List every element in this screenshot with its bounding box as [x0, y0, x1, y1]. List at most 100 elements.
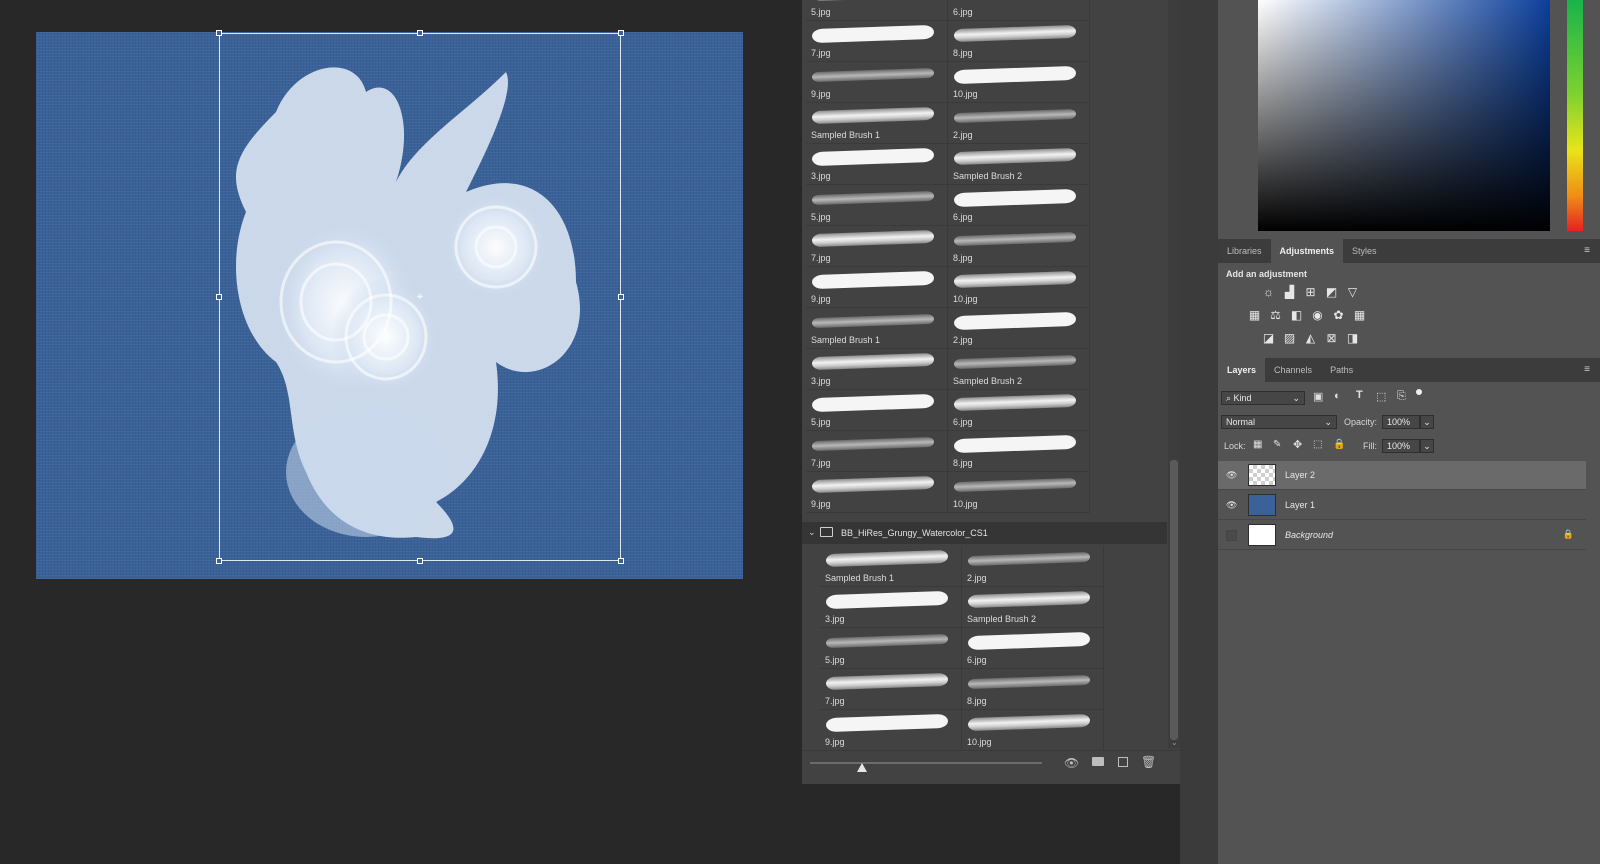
brush-preset[interactable]: Sampled Brush 2: [948, 349, 1090, 390]
transform-handle-top-left[interactable]: [216, 30, 222, 36]
hue-saturation-icon[interactable]: ▦: [1248, 309, 1261, 322]
lock-transparent-icon[interactable]: ▦: [1253, 439, 1262, 450]
panel-menu-icon[interactable]: ≡: [1584, 364, 1590, 375]
transform-handle-right[interactable]: [618, 294, 624, 300]
brush-preset[interactable]: Sampled Brush 1: [806, 308, 948, 349]
black-white-icon[interactable]: ◧: [1290, 309, 1303, 322]
exposure-icon[interactable]: ◩: [1325, 286, 1338, 299]
transform-handle-bottom-right[interactable]: [618, 558, 624, 564]
visibility-eye-icon[interactable]: 👁: [1226, 500, 1238, 510]
filter-shape-icon[interactable]: ⬚: [1376, 390, 1386, 403]
lock-position-icon[interactable]: ✥: [1293, 438, 1302, 451]
brush-preset[interactable]: 10.jpg: [948, 267, 1090, 308]
layer-row[interactable]: 👁 Layer 1: [1218, 491, 1586, 520]
brush-preset[interactable]: 10.jpg: [948, 472, 1090, 513]
brush-preset[interactable]: 5.jpg: [806, 0, 948, 21]
brush-preset[interactable]: 8.jpg: [948, 226, 1090, 267]
brush-preset[interactable]: 2.jpg: [948, 103, 1090, 144]
color-lookup-icon[interactable]: ▦: [1353, 309, 1366, 322]
fill-input[interactable]: 100%: [1382, 439, 1420, 453]
filter-smart-object-icon[interactable]: ⎘: [1397, 390, 1406, 403]
selective-color-icon[interactable]: ⊠: [1325, 332, 1338, 345]
brush-preset[interactable]: 7.jpg: [806, 21, 948, 62]
brush-preset[interactable]: 9.jpg: [806, 472, 948, 513]
layer-row[interactable]: 👁 Layer 2: [1218, 461, 1586, 490]
chevron-down-icon[interactable]: ⌄: [808, 527, 816, 538]
layer-lock-icon[interactable]: 🔒: [1563, 529, 1574, 540]
blend-mode-select[interactable]: Normal ⌄: [1221, 415, 1337, 429]
filter-pixel-icon[interactable]: ▣: [1313, 390, 1323, 403]
brightness-contrast-icon[interactable]: ☼: [1262, 286, 1275, 299]
channel-mixer-icon[interactable]: ✿: [1332, 309, 1345, 322]
brush-preset[interactable]: 3.jpg: [806, 349, 948, 390]
brush-preset[interactable]: 10.jpg: [948, 62, 1090, 103]
tab-styles[interactable]: Styles: [1343, 239, 1386, 263]
posterize-icon[interactable]: ▨: [1283, 332, 1296, 345]
filter-adjustment-icon[interactable]: ◐: [1334, 390, 1341, 402]
lock-brush-icon[interactable]: ✎: [1273, 439, 1281, 450]
curves-icon[interactable]: ⊞: [1304, 286, 1317, 299]
brush-preset[interactable]: Sampled Brush 1: [806, 103, 948, 144]
brush-preset[interactable]: 6.jpg: [948, 185, 1090, 226]
filter-kind-select[interactable]: ⌕ Kind ⌄: [1221, 391, 1305, 405]
brush-preset[interactable]: 8.jpg: [948, 21, 1090, 62]
transform-center-point-icon[interactable]: ⌖: [414, 290, 426, 302]
brush-preset[interactable]: 7.jpg: [806, 431, 948, 472]
brush-preset[interactable]: 3.jpg: [820, 587, 962, 628]
brush-folder-row[interactable]: ⌄ BB_HiRes_Grungy_Watercolor_CS1: [802, 522, 1167, 544]
brush-preset[interactable]: 7.jpg: [820, 669, 962, 710]
brush-preset[interactable]: 9.jpg: [806, 62, 948, 103]
lock-artboard-icon[interactable]: ⬚: [1313, 439, 1322, 450]
brush-preset[interactable]: 10.jpg: [962, 710, 1104, 751]
brush-preset[interactable]: 5.jpg: [820, 628, 962, 669]
brush-preset[interactable]: 6.jpg: [962, 628, 1104, 669]
layer-row[interactable]: Background 🔒: [1218, 521, 1586, 550]
brush-preset[interactable]: 9.jpg: [806, 267, 948, 308]
brush-preset[interactable]: 7.jpg: [806, 226, 948, 267]
tab-layers[interactable]: Layers: [1218, 358, 1266, 382]
transform-handle-bottom[interactable]: [417, 558, 423, 564]
brush-preset[interactable]: 8.jpg: [962, 669, 1104, 710]
transform-handle-bottom-left[interactable]: [216, 558, 222, 564]
hue-slider[interactable]: [1567, 0, 1583, 231]
brush-preset[interactable]: 2.jpg: [962, 546, 1104, 587]
brush-preset[interactable]: 5.jpg: [806, 185, 948, 226]
opacity-dropdown[interactable]: ⌄: [1420, 415, 1434, 429]
gradient-map-icon[interactable]: ◨: [1346, 332, 1359, 345]
brush-preset[interactable]: 6.jpg: [948, 0, 1090, 21]
brush-preset[interactable]: Sampled Brush 1: [820, 546, 962, 587]
threshold-icon[interactable]: ◭: [1304, 332, 1317, 345]
tab-channels[interactable]: Channels: [1265, 358, 1321, 382]
color-picker-field[interactable]: [1258, 0, 1550, 231]
brush-preset[interactable]: Sampled Brush 2: [948, 144, 1090, 185]
fill-dropdown[interactable]: ⌄: [1420, 439, 1434, 453]
levels-icon[interactable]: ▟: [1283, 286, 1296, 299]
opacity-input[interactable]: 100%: [1382, 415, 1420, 429]
filter-type-icon[interactable]: T: [1356, 389, 1363, 401]
brush-size-slider-thumb[interactable]: [857, 763, 867, 772]
tab-adjustments[interactable]: Adjustments: [1270, 239, 1344, 263]
vibrance-icon[interactable]: ▽: [1346, 286, 1359, 299]
scroll-down-icon[interactable]: ⌄: [1171, 738, 1178, 747]
tab-paths[interactable]: Paths: [1321, 358, 1362, 382]
brush-preset[interactable]: 6.jpg: [948, 390, 1090, 431]
brush-preset[interactable]: Sampled Brush 2: [962, 587, 1104, 628]
visibility-eye-icon[interactable]: 👁: [1226, 470, 1238, 480]
transform-handle-top[interactable]: [417, 30, 423, 36]
panel-menu-icon[interactable]: ≡: [1584, 245, 1590, 256]
new-folder-icon[interactable]: [1092, 757, 1104, 766]
brush-preset[interactable]: 3.jpg: [806, 144, 948, 185]
tab-libraries[interactable]: Libraries: [1218, 239, 1271, 263]
brush-preset[interactable]: 8.jpg: [948, 431, 1090, 472]
invert-icon[interactable]: ◪: [1262, 332, 1275, 345]
new-brush-icon[interactable]: [1118, 757, 1128, 767]
trash-icon[interactable]: 🗑: [1141, 755, 1156, 769]
brushes-scroll-thumb[interactable]: [1170, 460, 1178, 740]
filter-toggle-icon[interactable]: [1416, 389, 1422, 395]
visibility-eye-icon[interactable]: [1226, 530, 1237, 541]
brush-size-slider-track[interactable]: [810, 762, 1042, 764]
brush-preset[interactable]: 5.jpg: [806, 390, 948, 431]
eye-brush-icon[interactable]: 👁: [1064, 756, 1079, 770]
photo-filter-icon[interactable]: ◉: [1311, 309, 1324, 322]
lock-all-icon[interactable]: 🔒: [1333, 439, 1345, 450]
